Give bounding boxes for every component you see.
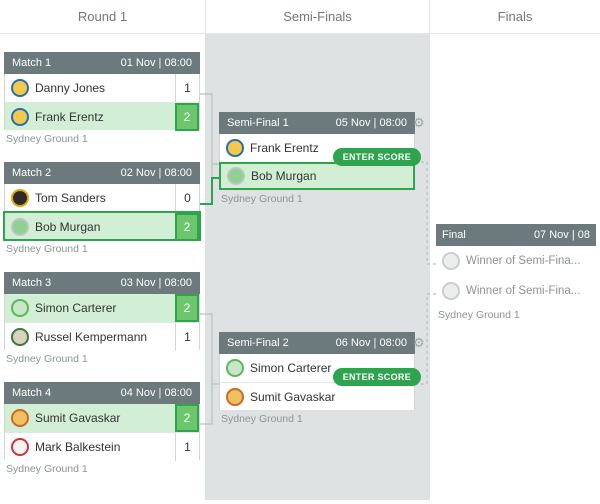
finals-header: Finals bbox=[430, 0, 600, 34]
player-name: Danny Jones bbox=[35, 81, 175, 95]
sf1-label: Semi-Final 1 bbox=[227, 117, 289, 129]
semifinal-2-card[interactable]: ⚙ Semi-Final 2 06 Nov | 08:00 Simon Cart… bbox=[219, 332, 415, 425]
placeholder-avatar bbox=[442, 252, 460, 270]
match-2-datetime: 02 Nov | 08:00 bbox=[121, 167, 192, 179]
match-1-datetime: 01 Nov | 08:00 bbox=[121, 57, 192, 69]
player-name: Tom Sanders bbox=[35, 191, 175, 205]
player-avatar bbox=[11, 409, 29, 427]
player-avatar bbox=[11, 218, 29, 236]
player-avatar bbox=[226, 139, 244, 157]
final-label: Final bbox=[442, 229, 466, 241]
player-name: Sumit Gavaskar bbox=[35, 411, 175, 425]
player-avatar bbox=[11, 299, 29, 317]
player-score: 0 bbox=[175, 184, 199, 212]
final-slot-1: Winner of Semi-Fina... bbox=[466, 255, 596, 267]
match-venue: Sydney Ground 1 bbox=[4, 463, 200, 475]
placeholder-avatar bbox=[442, 282, 460, 300]
gear-icon[interactable]: ⚙ bbox=[413, 115, 427, 131]
player-name: Frank Erentz bbox=[35, 110, 175, 124]
match-3-label: Match 3 bbox=[12, 277, 51, 289]
match-3-datetime: 03 Nov | 08:00 bbox=[121, 277, 192, 289]
player-score: 2 bbox=[175, 404, 199, 432]
semifinals-header: Semi-Finals bbox=[205, 0, 430, 34]
player-avatar bbox=[11, 438, 29, 456]
sf2-datetime: 06 Nov | 08:00 bbox=[336, 337, 407, 349]
enter-score-badge[interactable]: ENTER SCORE bbox=[333, 148, 421, 166]
player-name: Simon Carterer bbox=[35, 301, 175, 315]
match-2-label: Match 2 bbox=[12, 167, 51, 179]
player-score: 2 bbox=[175, 103, 199, 131]
player-score: 2 bbox=[175, 213, 199, 241]
player-name: Russel Kempermann bbox=[35, 330, 175, 344]
match-2-card[interactable]: Match 2 02 Nov | 08:00 Tom Sanders 0 Bob… bbox=[4, 162, 200, 255]
player-name: Bob Murgan bbox=[251, 169, 413, 183]
player-avatar bbox=[226, 388, 244, 406]
player-avatar bbox=[11, 328, 29, 346]
player-name: Mark Balkestein bbox=[35, 440, 175, 454]
final-slot-2: Winner of Semi-Fina... bbox=[466, 285, 596, 297]
match-venue: Sydney Ground 1 bbox=[436, 309, 596, 321]
match-venue: Sydney Ground 1 bbox=[4, 353, 200, 365]
player-name: Bob Murgan bbox=[35, 220, 175, 234]
player-avatar bbox=[11, 108, 29, 126]
match-venue: Sydney Ground 1 bbox=[219, 413, 415, 425]
match-venue: Sydney Ground 1 bbox=[4, 133, 200, 145]
match-4-label: Match 4 bbox=[12, 387, 51, 399]
player-score: 1 bbox=[175, 323, 199, 351]
final-datetime: 07 Nov | 08 bbox=[534, 229, 590, 241]
player-score: 1 bbox=[175, 433, 199, 461]
player-name: Sumit Gavaskar bbox=[250, 390, 414, 404]
player-score: 1 bbox=[175, 74, 199, 102]
match-3-card[interactable]: Match 3 03 Nov | 08:00 Simon Carterer 2 … bbox=[4, 272, 200, 365]
player-avatar bbox=[226, 359, 244, 377]
match-4-card[interactable]: Match 4 04 Nov | 08:00 Sumit Gavaskar 2 … bbox=[4, 382, 200, 475]
match-1-label: Match 1 bbox=[12, 57, 51, 69]
player-avatar bbox=[227, 167, 245, 185]
gear-icon[interactable]: ⚙ bbox=[413, 335, 427, 351]
round1-header: Round 1 bbox=[0, 0, 205, 34]
sf2-label: Semi-Final 2 bbox=[227, 337, 289, 349]
match-venue: Sydney Ground 1 bbox=[219, 193, 415, 205]
enter-score-badge[interactable]: ENTER SCORE bbox=[333, 368, 421, 386]
player-avatar bbox=[11, 79, 29, 97]
match-1-card[interactable]: Match 1 01 Nov | 08:00 Danny Jones 1 Fra… bbox=[4, 52, 200, 145]
player-avatar bbox=[11, 189, 29, 207]
match-4-datetime: 04 Nov | 08:00 bbox=[121, 387, 192, 399]
semifinal-1-card[interactable]: ⚙ Semi-Final 1 05 Nov | 08:00 Frank Eren… bbox=[219, 112, 415, 205]
sf1-datetime: 05 Nov | 08:00 bbox=[336, 117, 407, 129]
final-card[interactable]: Final 07 Nov | 08 Winner of Semi-Fina...… bbox=[436, 224, 596, 321]
match-venue: Sydney Ground 1 bbox=[4, 243, 200, 255]
player-score: 2 bbox=[175, 294, 199, 322]
